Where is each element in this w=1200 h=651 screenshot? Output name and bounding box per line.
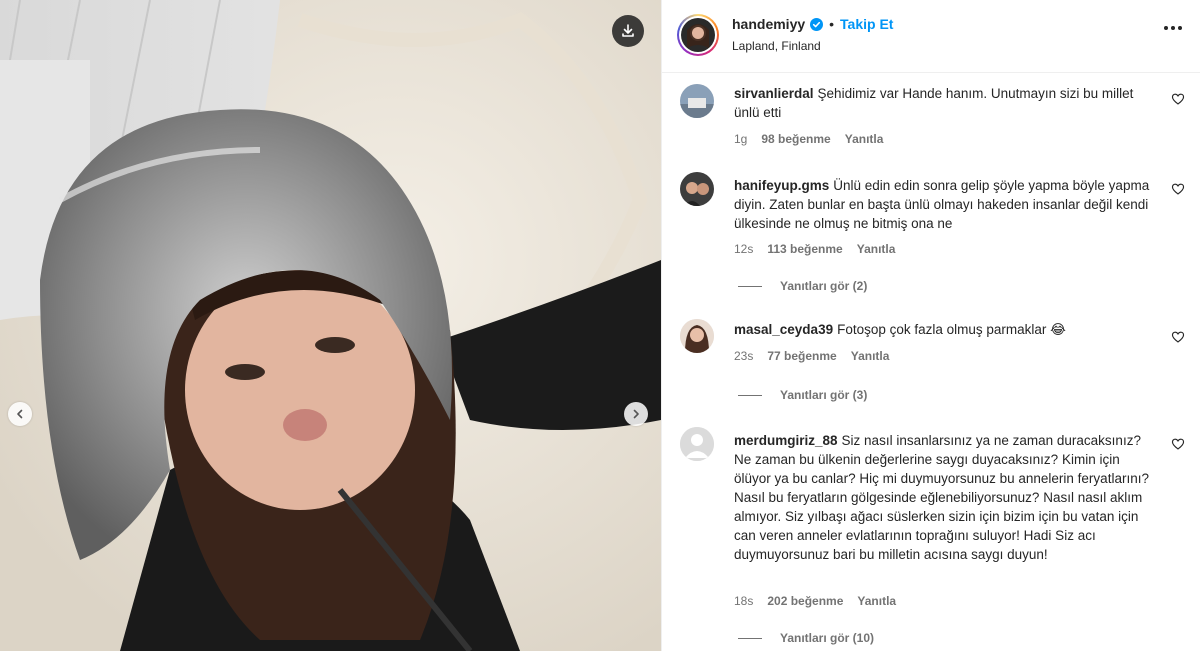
view-replies-label: Yanıtları gör (10): [780, 631, 875, 645]
heart-icon[interactable]: [1171, 182, 1185, 196]
replies-divider: [738, 394, 762, 396]
view-replies-button[interactable]: Yanıtları gör (2): [738, 279, 867, 293]
chevron-left-icon: [17, 409, 23, 419]
chevron-right-icon: [633, 409, 639, 419]
comment-avatar[interactable]: [680, 84, 714, 118]
comment-username[interactable]: sirvanlierdal: [734, 86, 814, 101]
follow-button[interactable]: Takip Et: [840, 16, 893, 32]
heart-icon[interactable]: [1171, 437, 1185, 451]
selfie-image: [0, 0, 661, 651]
comment-avatar[interactable]: [680, 172, 714, 206]
view-replies-label: Yanıtları gör (2): [780, 279, 868, 293]
next-photo-button[interactable]: [624, 402, 648, 426]
replies-divider: [738, 285, 762, 287]
comment-username[interactable]: masal_ceyda39: [734, 322, 833, 337]
reply-button[interactable]: Yanıtla: [845, 132, 884, 146]
comment-text: Siz nasıl insanlarsınız ya ne zaman dura…: [734, 433, 1149, 562]
comment-likes[interactable]: 77 beğenme: [767, 349, 836, 363]
heart-icon[interactable]: [1171, 330, 1185, 344]
comment-likes[interactable]: 98 beğenme: [761, 132, 830, 146]
view-replies-button[interactable]: Yanıtları gör (3): [738, 388, 867, 402]
view-replies-button[interactable]: Yanıtları gör (10): [738, 631, 874, 645]
post-photo[interactable]: [0, 0, 661, 651]
verified-badge-icon: [810, 17, 824, 31]
story-ring[interactable]: [677, 14, 719, 56]
comments-panel: handemiyy • Takip Et Lapland, Finland si…: [661, 0, 1200, 651]
post-location[interactable]: Lapland, Finland: [732, 39, 821, 53]
comment-time[interactable]: 18s: [734, 594, 753, 608]
comment-avatar[interactable]: [680, 427, 714, 461]
comment-username[interactable]: hanifeyup.gms: [734, 178, 829, 193]
comment-avatar[interactable]: [680, 319, 714, 353]
avatar[interactable]: [681, 18, 715, 52]
comment-time[interactable]: 12s: [734, 242, 753, 256]
reply-button[interactable]: Yanıtla: [857, 242, 896, 256]
more-options-icon[interactable]: [1164, 26, 1182, 30]
post-header: handemiyy • Takip Et Lapland, Finland: [662, 0, 1200, 73]
reply-button[interactable]: Yanıtla: [857, 594, 896, 608]
comment-username[interactable]: merdumgiriz_88: [734, 433, 838, 448]
comment-likes[interactable]: 113 beğenme: [767, 242, 842, 256]
download-icon: [622, 24, 634, 37]
comment-likes[interactable]: 202 beğenme: [767, 594, 843, 608]
reply-button[interactable]: Yanıtla: [851, 349, 890, 363]
separator-dot: •: [829, 16, 835, 32]
previous-photo-button[interactable]: [8, 402, 32, 426]
post-username[interactable]: handemiyy: [732, 16, 805, 32]
view-replies-label: Yanıtları gör (3): [780, 388, 868, 402]
download-button[interactable]: [612, 15, 644, 47]
comment-text: Fotoşop çok fazla olmuş parmaklar 😂: [837, 322, 1066, 337]
comment-time[interactable]: 1g: [734, 132, 747, 146]
comment-time[interactable]: 23s: [734, 349, 753, 363]
replies-divider: [738, 637, 762, 639]
heart-icon[interactable]: [1171, 92, 1185, 106]
